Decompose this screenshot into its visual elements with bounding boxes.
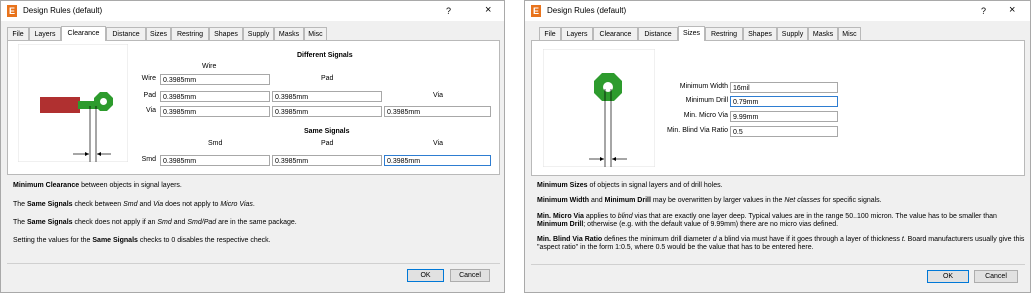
close-icon[interactable]: × xyxy=(485,4,491,16)
min-blind-via-ratio-label: Min. Blind Via Ratio xyxy=(667,127,728,134)
tab-restring[interactable]: Restring xyxy=(705,27,743,40)
tab-misc[interactable]: Misc xyxy=(304,27,327,40)
desc-line-3: Min. Micro Via applies to blind vias tha… xyxy=(537,213,997,220)
clearance-panel: Different Signals Wire Wire 0.3985mm Pad… xyxy=(7,40,500,175)
title-bar[interactable]: E Design Rules (default) ? × xyxy=(525,1,1030,21)
tab-masks[interactable]: Masks xyxy=(808,27,838,40)
wire-trace-shape xyxy=(40,97,80,113)
clearance-illustration xyxy=(18,44,128,162)
desc-line-2: The Same Signals check between Smd and V… xyxy=(13,201,255,208)
min-micro-via-input[interactable]: 9.99mm xyxy=(730,111,838,122)
sizes-panel: Minimum Width 16mil Minimum Drill 0.79mm… xyxy=(531,40,1025,176)
desktop-gap xyxy=(508,0,512,293)
tab-file[interactable]: File xyxy=(539,27,561,40)
pad-pad-input[interactable]: 0.3985mm xyxy=(272,91,382,102)
min-width-label: Minimum Width xyxy=(679,83,728,90)
via-pad-input[interactable]: 0.3985mm xyxy=(272,106,382,117)
desc-line-4: Minimum Drill; otherwise (e.g. with the … xyxy=(537,221,839,228)
separator xyxy=(531,264,1025,265)
col-header-via: Via xyxy=(433,92,443,99)
title-bar[interactable]: E Design Rules (default) ? × xyxy=(1,1,504,21)
window-title: Design Rules (default) xyxy=(547,6,627,15)
min-micro-via-label: Min. Micro Via xyxy=(683,112,728,119)
tab-distance[interactable]: Distance xyxy=(638,27,678,40)
via-wire-input[interactable]: 0.3985mm xyxy=(160,106,270,117)
desc-line-4: Setting the values for the Same Signals … xyxy=(13,237,271,244)
tab-shapes[interactable]: Shapes xyxy=(743,27,777,40)
eagle-logo-icon: E xyxy=(531,5,541,17)
eagle-logo-icon: E xyxy=(7,5,17,17)
window-title: Design Rules (default) xyxy=(23,6,103,15)
same-signals-heading: Same Signals xyxy=(304,128,350,135)
cancel-button[interactable]: Cancel xyxy=(974,270,1018,283)
sizes-illustration xyxy=(543,49,655,167)
row-label-smd: Smd xyxy=(141,156,156,163)
smd-pad-input[interactable]: 0.3985mm xyxy=(272,155,382,166)
tab-misc[interactable]: Misc xyxy=(838,27,861,40)
col-header-via-same: Via xyxy=(433,140,443,147)
col-header-wire: Wire xyxy=(202,63,217,70)
cancel-button[interactable]: Cancel xyxy=(450,269,490,282)
min-drill-input[interactable]: 0.79mm xyxy=(730,96,838,107)
tab-masks[interactable]: Masks xyxy=(274,27,304,40)
design-rules-dialog-sizes: E Design Rules (default) ? × File Layers… xyxy=(524,0,1031,293)
desc-line-1: Minimum Clearance between objects in sig… xyxy=(13,182,182,189)
smd-via-input[interactable]: 0.3985mm xyxy=(384,155,491,166)
row-label-wire: Wire xyxy=(141,75,156,82)
min-drill-label: Minimum Drill xyxy=(685,97,728,104)
ok-button[interactable]: OK xyxy=(927,270,969,283)
min-width-input[interactable]: 16mil xyxy=(730,82,838,93)
help-button[interactable]: ? xyxy=(981,6,986,16)
separator xyxy=(7,263,500,264)
tab-supply[interactable]: Supply xyxy=(243,27,274,40)
desc-line-2: Minimum Width and Minimum Drill may be o… xyxy=(537,197,882,204)
tab-clearance[interactable]: Clearance xyxy=(61,26,106,41)
row-label-pad: Pad xyxy=(143,92,156,99)
desc-line-3: The Same Signals check does not apply if… xyxy=(13,219,297,226)
smd-smd-input[interactable]: 0.3985mm xyxy=(160,155,270,166)
close-icon[interactable]: × xyxy=(1009,4,1015,16)
tab-shapes[interactable]: Shapes xyxy=(209,27,243,40)
tab-file[interactable]: File xyxy=(7,27,29,40)
col-header-smd: Smd xyxy=(208,140,223,147)
different-signals-heading: Different Signals xyxy=(297,52,353,59)
desc-line-6: "aspect ratio" in the form 1:0.5, where … xyxy=(537,244,814,251)
tab-supply[interactable]: Supply xyxy=(777,27,808,40)
tab-clearance[interactable]: Clearance xyxy=(593,27,638,40)
wire-wire-input[interactable]: 0.3985mm xyxy=(160,74,270,85)
tab-layers[interactable]: Layers xyxy=(29,27,61,40)
desc-line-5: Min. Blind Via Ratio defines the minimum… xyxy=(537,236,1025,243)
ok-button[interactable]: OK xyxy=(407,269,444,282)
help-button[interactable]: ? xyxy=(446,6,451,16)
col-header-pad: Pad xyxy=(321,75,334,82)
tab-sizes[interactable]: Sizes xyxy=(146,27,171,40)
tab-distance[interactable]: Distance xyxy=(106,27,146,40)
tab-sizes[interactable]: Sizes xyxy=(678,26,705,41)
tab-layers[interactable]: Layers xyxy=(561,27,593,40)
pad-wire-input[interactable]: 0.3985mm xyxy=(160,91,270,102)
via-via-input[interactable]: 0.3985mm xyxy=(384,106,491,117)
desc-line-1: Minimum Sizes of objects in signal layer… xyxy=(537,182,723,189)
design-rules-dialog-clearance: E Design Rules (default) ? × File Layers… xyxy=(0,0,505,293)
col-header-pad-same: Pad xyxy=(321,140,334,147)
min-blind-via-ratio-input[interactable]: 0.5 xyxy=(730,126,838,137)
row-label-via: Via xyxy=(146,107,156,114)
tab-restring[interactable]: Restring xyxy=(171,27,209,40)
